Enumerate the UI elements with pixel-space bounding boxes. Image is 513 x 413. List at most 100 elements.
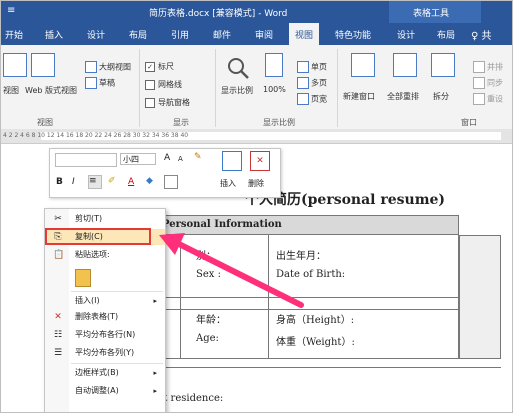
arrange-all-button[interactable]: 全部重排 xyxy=(387,91,419,102)
menu-item-distribute-rows[interactable]: ☷ 平均分布各行(N) xyxy=(45,327,165,343)
ruler-check-icon: ✓ xyxy=(145,61,155,72)
font-size-box[interactable]: 小四 xyxy=(120,153,156,165)
side-by-side-label: 并排 xyxy=(487,62,503,72)
menu-distribute-cols-label: 平均分布各列(Y) xyxy=(75,348,135,357)
age-cn-label: 年龄： xyxy=(196,315,226,326)
menu-cut-label: 剪切(T) xyxy=(75,214,103,223)
tab-home[interactable]: 开始 xyxy=(5,28,23,41)
new-window-button[interactable]: 新建窗口 xyxy=(343,91,375,102)
submenu-arrow-icon: ▸ xyxy=(153,369,157,377)
outline-label: 大纲视图 xyxy=(99,62,131,72)
nav-pane-check-box xyxy=(145,97,155,108)
web-layout-icon[interactable] xyxy=(31,53,55,77)
new-window-icon[interactable] xyxy=(351,53,375,77)
clipboard-icon: 📋 xyxy=(53,250,65,260)
menu-item-insert[interactable]: 插入(I) ▸ xyxy=(45,293,165,309)
side-by-side-button[interactable]: 并排 xyxy=(473,61,503,73)
submenu-arrow-icon: ▸ xyxy=(153,387,157,395)
multi-page-label: 多页 xyxy=(311,78,327,88)
gridlines-check-box xyxy=(145,79,155,90)
font-color-button[interactable]: A xyxy=(128,177,134,187)
multi-page-button[interactable]: 多页 xyxy=(297,77,327,89)
paste-keep-text-icon[interactable] xyxy=(75,269,91,287)
draft-button[interactable]: 草稿 xyxy=(85,77,115,89)
word-window: ≡ 简历表格.docx [兼容模式] - Word 表格工具 开始 插入 设计 … xyxy=(0,0,513,413)
read-mode-icon[interactable] xyxy=(3,53,27,77)
one-page-button[interactable]: 单页 xyxy=(297,61,327,73)
height-label: 身高（Height）: xyxy=(276,315,355,326)
zoom-button[interactable]: 显示比例 xyxy=(221,85,253,96)
tab-layout[interactable]: 布局 xyxy=(129,28,147,41)
arrange-all-icon[interactable] xyxy=(393,53,417,77)
insert-table-icon[interactable] xyxy=(222,151,242,171)
shrink-font-icon[interactable]: A xyxy=(178,155,183,163)
menu-item-delete-table[interactable]: ✕ 删除表格(T) xyxy=(45,309,165,325)
horizontal-ruler[interactable]: 4 2 2 4 6 8 10 12 14 16 18 20 22 24 26 2… xyxy=(1,129,512,144)
outline-icon xyxy=(85,61,97,73)
group-divider xyxy=(215,49,216,127)
group-divider xyxy=(337,49,338,127)
ribbon-tabs: 开始 插入 设计 布局 引用 邮件 审阅 视图 特色功能 设计 布局 ♀ 共 xyxy=(1,23,512,45)
tab-design[interactable]: 设计 xyxy=(87,28,105,41)
zoom-magnifier-icon[interactable] xyxy=(227,57,249,79)
outline-button[interactable]: 大纲视图 xyxy=(85,61,131,73)
menu-border-styles-label: 边框样式(B) xyxy=(75,368,119,377)
one-page-icon xyxy=(297,61,309,73)
tab-table-layout[interactable]: 布局 xyxy=(437,28,455,41)
window-group-label: 窗口 xyxy=(461,118,477,127)
group-divider xyxy=(139,49,140,127)
tab-special-features[interactable]: 特色功能 xyxy=(335,28,371,41)
sync-scroll-button[interactable]: 同步 xyxy=(473,77,503,89)
highlight-callout-box xyxy=(45,228,151,245)
page-width-button[interactable]: 页宽 xyxy=(297,93,327,105)
tab-view[interactable]: 视图 xyxy=(289,23,320,45)
quick-access-icon[interactable]: ≡ xyxy=(7,5,15,16)
menu-item-border-styles[interactable]: 边框样式(B) ▸ xyxy=(45,365,165,381)
split-button[interactable]: 拆分 xyxy=(433,91,449,102)
zoom-100-icon[interactable] xyxy=(265,53,283,77)
delete-table-icon[interactable]: ✕ xyxy=(250,151,270,171)
tab-review[interactable]: 审阅 xyxy=(255,28,273,41)
align-center-icon[interactable]: ≡ xyxy=(88,175,102,189)
page-width-label: 页宽 xyxy=(311,94,327,104)
window-title: 简历表格.docx [兼容模式] - Word xyxy=(149,9,288,19)
ruler-label: 标尺 xyxy=(158,62,174,71)
shading-icon[interactable]: ◆ xyxy=(146,176,153,186)
menu-item-distribute-cols[interactable]: ☰ 平均分布各列(Y) xyxy=(45,345,165,361)
bold-button[interactable]: B xyxy=(56,177,63,187)
tab-insert[interactable]: 插入 xyxy=(45,28,63,41)
menu-item-autofit[interactable]: 自动调整(A) ▸ xyxy=(45,383,165,399)
split-icon[interactable] xyxy=(431,53,455,77)
distribute-rows-icon: ☷ xyxy=(53,330,63,340)
font-name-box[interactable] xyxy=(55,153,117,167)
annotation-arrow xyxy=(159,233,304,308)
insert-button[interactable]: 插入 xyxy=(220,178,236,189)
menu-item-cut[interactable]: ✂ 剪切(T) xyxy=(45,211,165,227)
italic-button[interactable]: I xyxy=(72,177,75,187)
grow-font-icon[interactable]: A xyxy=(164,153,170,163)
tab-table-design[interactable]: 设计 xyxy=(397,28,415,41)
draft-label: 草稿 xyxy=(99,78,115,88)
zoom-group-label: 显示比例 xyxy=(263,118,295,127)
web-layout-button[interactable]: Web 版式视图 xyxy=(25,85,77,96)
tab-references[interactable]: 引用 xyxy=(171,28,189,41)
table-bottom-rule xyxy=(151,367,501,368)
title-bar: ≡ 简历表格.docx [兼容模式] - Word 表格工具 xyxy=(1,1,512,23)
borders-icon[interactable] xyxy=(164,175,178,189)
reset-position-button[interactable]: 重设 xyxy=(473,93,503,105)
menu-separator xyxy=(71,291,163,292)
ruler-checkbox[interactable]: ✓ 标尺 xyxy=(145,61,174,72)
mini-toolbar: 小四 A A ✎ B I ≡ ✐ A ◆ 插入 ✕ 删除 xyxy=(49,148,281,198)
nav-pane-checkbox[interactable]: 导航窗格 xyxy=(145,97,190,108)
highlight-icon[interactable]: ✐ xyxy=(108,176,116,186)
zoom-100-button[interactable]: 100% xyxy=(263,85,286,94)
distribute-cols-icon: ☰ xyxy=(53,348,63,358)
photo-cell[interactable] xyxy=(459,235,501,359)
format-painter-icon[interactable]: ✎ xyxy=(194,152,202,162)
tab-mailings[interactable]: 邮件 xyxy=(213,28,231,41)
read-mode-button[interactable]: 视图 xyxy=(3,85,19,96)
share-icon[interactable]: ♀ 共 xyxy=(471,27,492,42)
reset-position-label: 重设 xyxy=(487,94,503,104)
delete-button[interactable]: 删除 xyxy=(248,178,264,189)
gridlines-checkbox[interactable]: 网格线 xyxy=(145,79,182,90)
